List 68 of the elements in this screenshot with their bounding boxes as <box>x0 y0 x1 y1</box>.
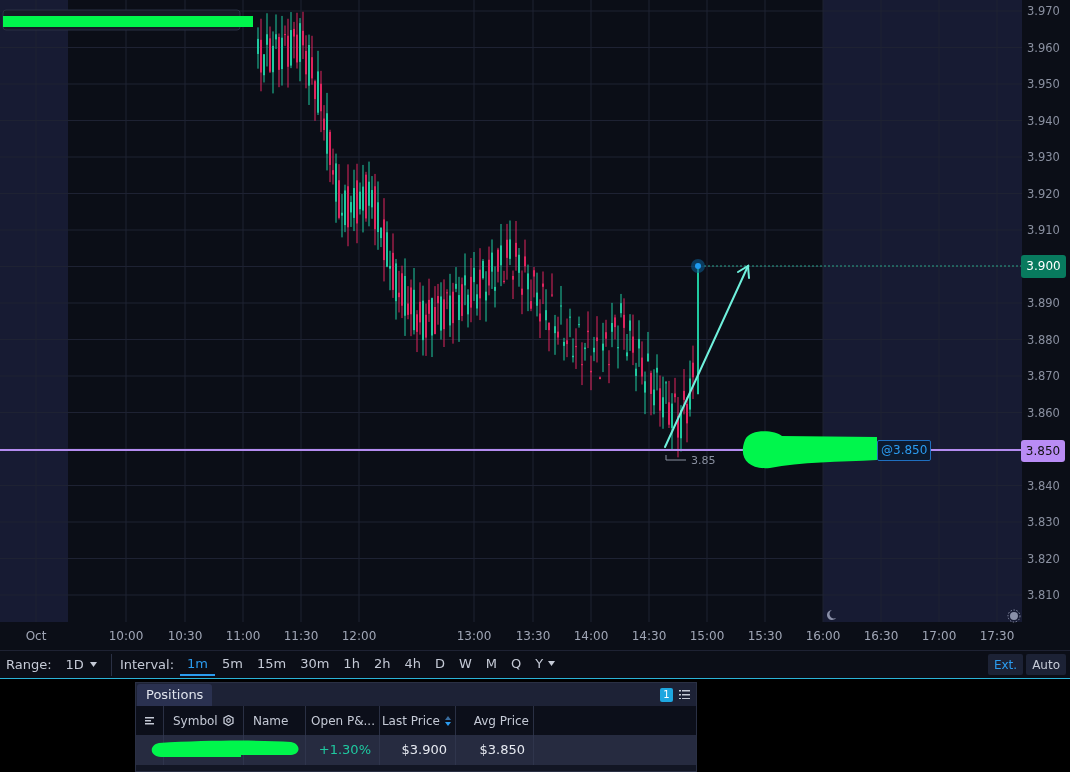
price-dot <box>695 263 701 269</box>
list-icon[interactable] <box>679 690 690 699</box>
time-label: 11:30 <box>283 628 319 645</box>
time-label: 16:00 <box>805 628 841 645</box>
time-label: 17:30 <box>979 628 1015 645</box>
time-label: 11:00 <box>225 628 261 645</box>
measure-bracket <box>665 454 687 461</box>
moon-icon <box>827 610 836 620</box>
price-tick-label: 3.840 <box>1027 478 1060 493</box>
price-tick-label: 3.950 <box>1027 77 1060 91</box>
settings-icon[interactable] <box>222 715 234 726</box>
interval-tab[interactable]: M <box>478 653 504 676</box>
interval-tab[interactable]: 1h <box>336 653 367 676</box>
price-tick-label: 3.820 <box>1027 551 1060 566</box>
price-tick-label: 3.830 <box>1027 515 1060 529</box>
price-tick-label: 3.870 <box>1027 369 1060 383</box>
time-label: 17:00 <box>921 628 957 645</box>
time-label: Oct <box>25 628 47 645</box>
time-label: 12:00 <box>341 628 377 645</box>
toggle-button[interactable]: Ext. <box>987 654 1024 675</box>
range-dropdown[interactable]: 1D <box>65 654 97 675</box>
time-label: 13:00 <box>456 628 492 645</box>
table-cell: $3.850 <box>456 735 534 765</box>
sort-icon <box>445 715 451 726</box>
price-tick-label: 3.890 <box>1027 296 1060 310</box>
price-tick-label: 3.880 <box>1027 332 1060 347</box>
sun-icon <box>1007 609 1021 623</box>
interval-tab[interactable]: 5m <box>215 653 250 676</box>
interval-tab[interactable]: W <box>451 653 479 676</box>
menu-icon[interactable] <box>145 716 154 725</box>
interval-tab[interactable]: 15m <box>249 653 294 676</box>
price-tick-label: 3.930 <box>1027 150 1060 164</box>
interval-tab[interactable]: 4h <box>397 653 428 676</box>
time-label: 14:00 <box>573 628 609 645</box>
toggle-button[interactable]: Auto <box>1026 654 1066 675</box>
table-cell: $3.900 <box>380 735 456 765</box>
price-tick-label: 3.940 <box>1027 113 1060 128</box>
price-tick-label: 3.860 <box>1027 405 1060 420</box>
measure-label: 3.85 <box>691 453 716 469</box>
range-label: Range: <box>6 655 52 674</box>
interval-tab[interactable]: Y <box>528 653 563 676</box>
interval-tab[interactable]: 2h <box>366 653 398 676</box>
price-tick-label: 3.970 <box>1027 4 1060 18</box>
time-label: 16:30 <box>863 628 899 645</box>
time-label: 15:30 <box>747 628 783 645</box>
caret-icon <box>548 661 556 666</box>
interval-tab[interactable]: 30m <box>293 653 337 676</box>
interval-tab[interactable]: 1m <box>180 653 215 676</box>
positions-tab[interactable]: Positions <box>137 684 213 706</box>
caret-icon <box>89 662 97 667</box>
time-label: 15:00 <box>689 628 725 645</box>
time-label: 13:30 <box>515 628 551 645</box>
order-price-badge: 3.850 <box>1021 440 1065 462</box>
last-price-badge: 3.900 <box>1021 255 1066 278</box>
interval-tab[interactable]: D <box>427 653 452 676</box>
price-tick-label: 3.960 <box>1027 40 1060 55</box>
price-tick-label: 3.910 <box>1027 223 1060 237</box>
interval-tab[interactable]: Q <box>504 653 529 676</box>
order-label[interactable]: @3.850 <box>877 440 932 461</box>
interval-label: Interval: <box>119 655 175 674</box>
count-badge: 1 <box>660 687 673 702</box>
time-label: 10:00 <box>108 628 144 645</box>
time-label: 14:30 <box>631 628 667 645</box>
price-tick-label: 3.810 <box>1027 588 1060 602</box>
table-cell: +1.30% <box>306 735 380 765</box>
time-label: 10:30 <box>167 628 203 645</box>
price-tick-label: 3.920 <box>1027 186 1060 201</box>
price-dot-halo <box>691 259 705 273</box>
